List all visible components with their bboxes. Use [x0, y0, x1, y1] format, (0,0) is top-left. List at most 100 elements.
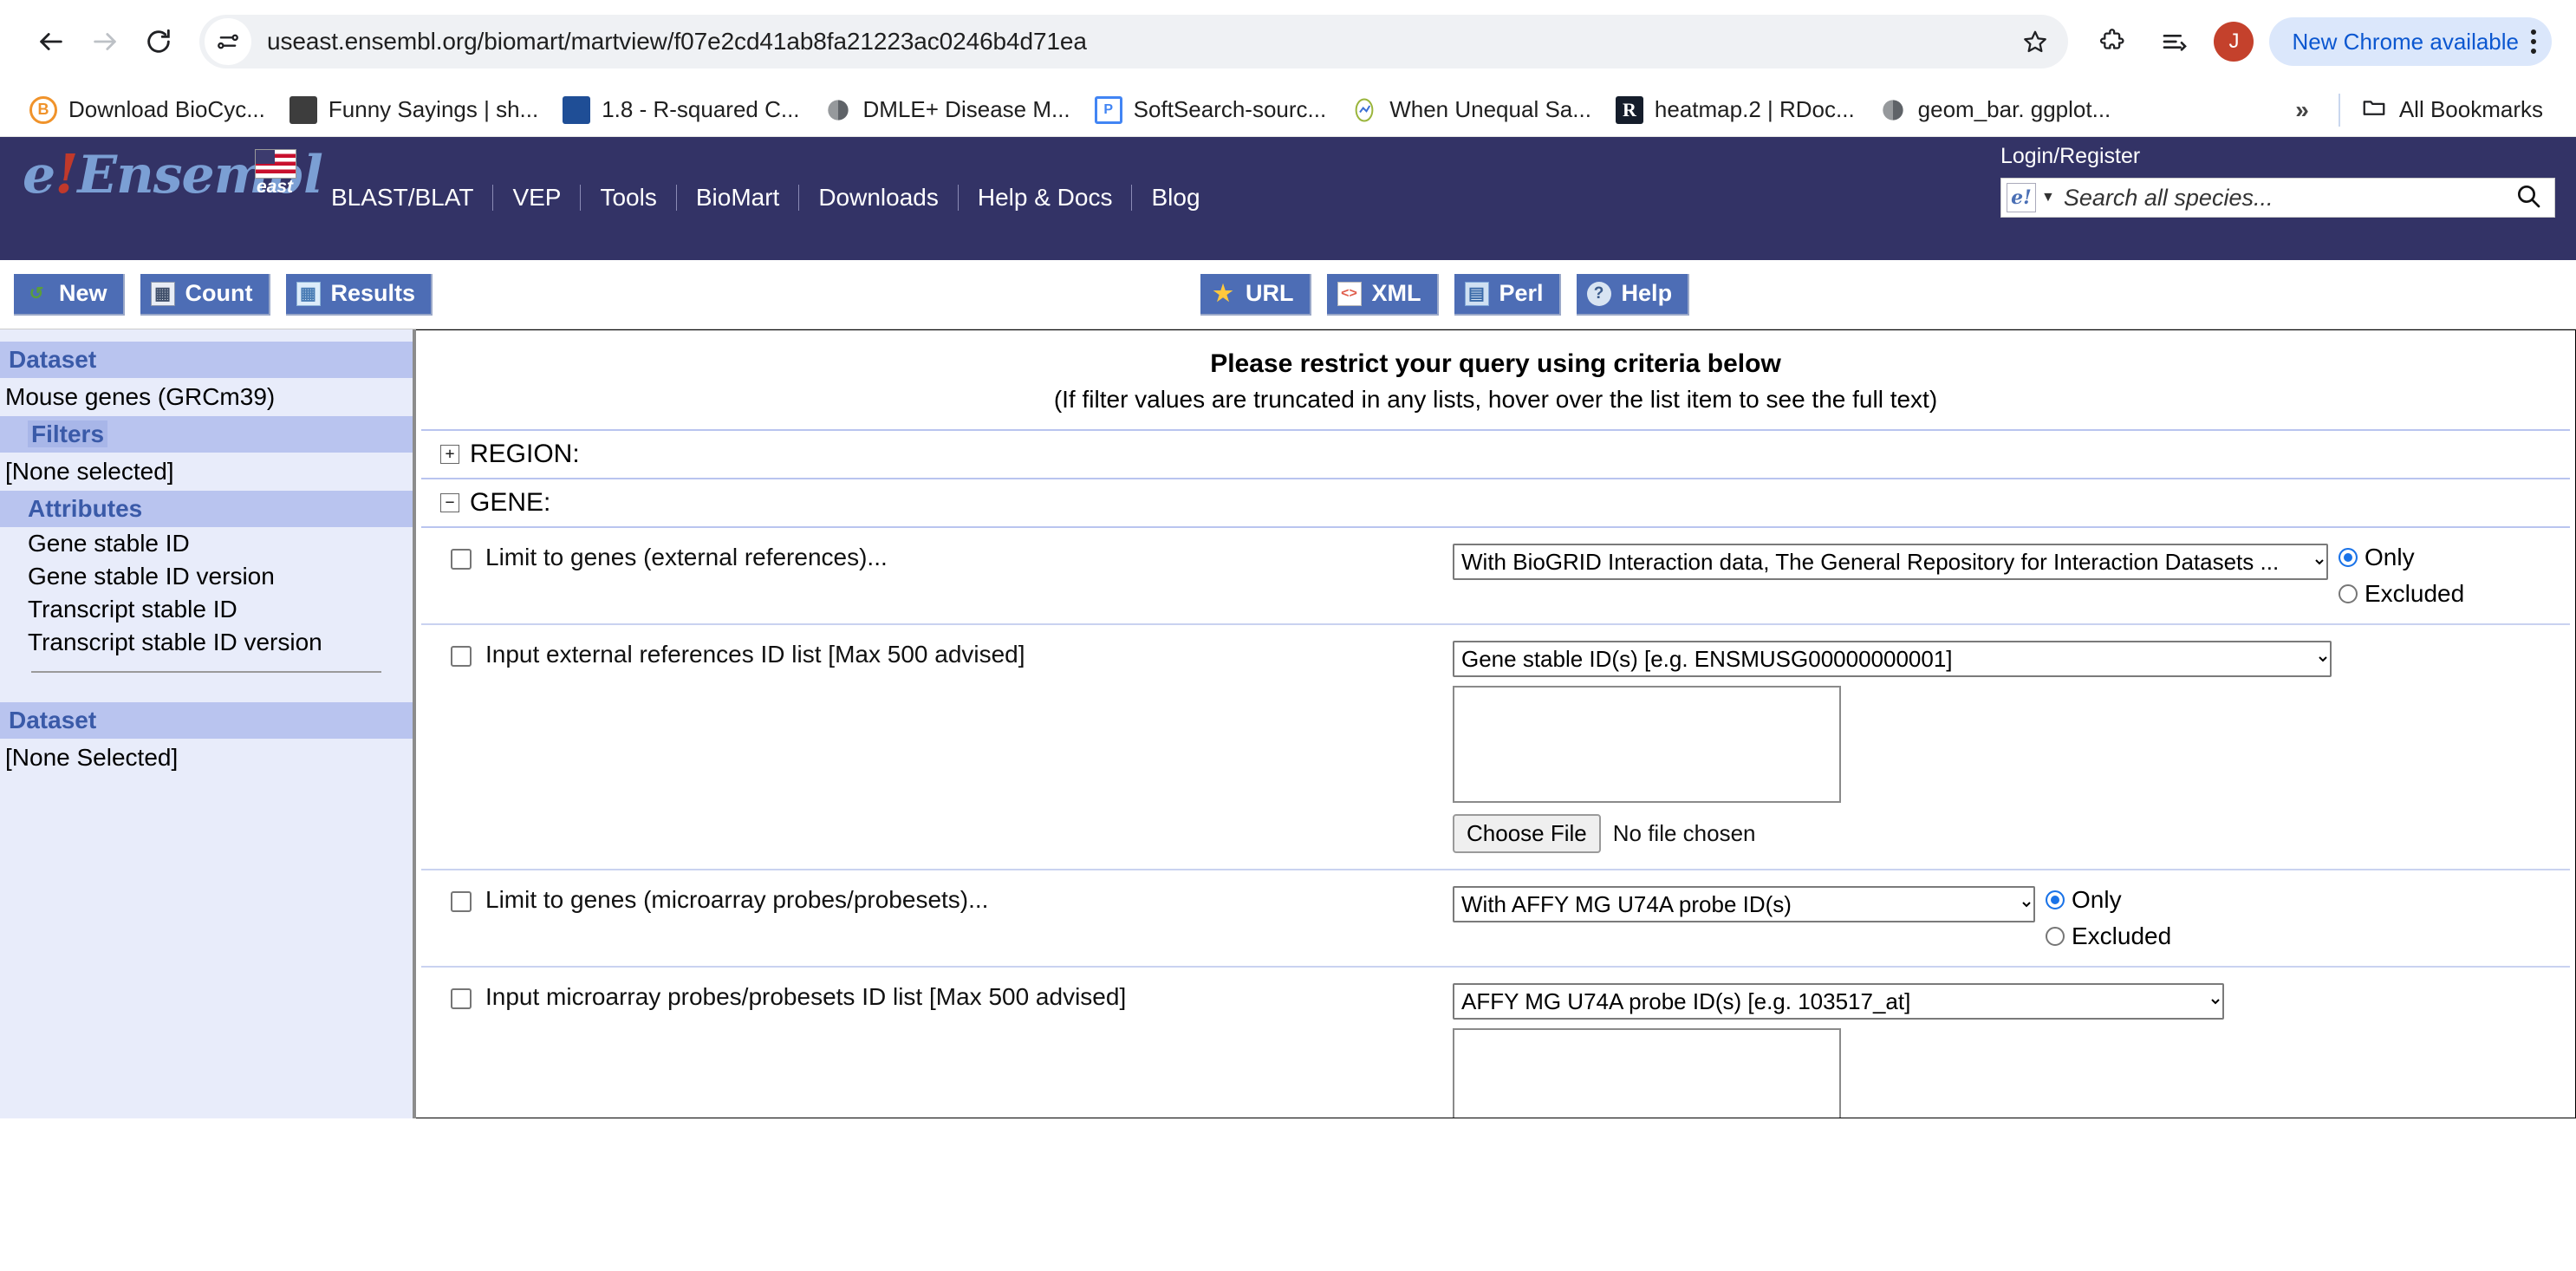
- xml-button[interactable]: <> XML: [1327, 274, 1439, 316]
- table-grid-icon: ▦: [296, 282, 321, 306]
- section-header-gene[interactable]: − GENE:: [421, 479, 2570, 528]
- login-register-link[interactable]: Login/Register: [2000, 144, 2143, 168]
- sidebar-dataset-value[interactable]: Mouse genes (GRCm39): [0, 378, 413, 416]
- nav-item-blast[interactable]: BLAST/BLAT: [312, 184, 492, 212]
- bookmark-item[interactable]: DMLE+ Disease M...: [812, 91, 1083, 129]
- sidebar-dataset2-value[interactable]: [None Selected]: [0, 739, 413, 777]
- back-arrow-icon[interactable]: [24, 15, 78, 68]
- sidebar-attribute-item[interactable]: Gene stable ID version: [0, 560, 413, 593]
- nav-item-tools[interactable]: Tools: [581, 184, 675, 212]
- sidebar-attribute-item[interactable]: Gene stable ID: [0, 527, 413, 560]
- filters-panel: Please restrict your query using criteri…: [416, 329, 2576, 1118]
- globe-favicon-icon: [824, 96, 852, 124]
- search-input[interactable]: Search all species...: [2064, 185, 2514, 212]
- nav-item-vep[interactable]: VEP: [493, 184, 580, 212]
- radio-excluded[interactable]: Excluded: [2046, 922, 2171, 950]
- bookmarks-divider: [2339, 94, 2340, 127]
- species-search-box[interactable]: e! ▼ Search all species...: [2000, 178, 2555, 218]
- chrome-update-button[interactable]: New Chrome available: [2269, 17, 2552, 66]
- forward-arrow-icon[interactable]: [78, 15, 132, 68]
- microarray-probe-select[interactable]: With AFFY MG U74A probe ID(s): [1453, 886, 2035, 922]
- all-bookmarks-button[interactable]: All Bookmarks: [2351, 88, 2553, 131]
- browser-chrome: useast.ensembl.org/biomart/martview/f07e…: [0, 0, 2576, 137]
- external-reference-select[interactable]: With BioGRID Interaction data, The Gener…: [1453, 544, 2328, 580]
- microarray-id-list-textarea[interactable]: [1453, 1028, 1841, 1118]
- filter-row: Limit to genes (external references)... …: [421, 528, 2570, 625]
- id-list-textarea[interactable]: [1453, 686, 1841, 803]
- search-magnifier-icon[interactable]: [2514, 182, 2546, 214]
- results-button-label: Results: [331, 280, 416, 307]
- reload-icon[interactable]: [132, 15, 185, 68]
- count-button[interactable]: ▦ Count: [140, 274, 270, 316]
- bookmark-item[interactable]: 1.8 - R-squared C...: [550, 91, 811, 129]
- bookmark-label: heatmap.2 | RDoc...: [1655, 96, 1855, 123]
- perl-button-label: Perl: [1499, 280, 1544, 307]
- nav-item-biomart[interactable]: BioMart: [677, 184, 798, 212]
- filter-control: AFFY MG U74A probe ID(s) [e.g. 103517_at…: [1453, 983, 2570, 1118]
- radio-excluded[interactable]: Excluded: [2339, 580, 2464, 608]
- sidebar-heading-attributes: Attributes: [0, 491, 413, 527]
- xml-button-label: XML: [1372, 280, 1421, 307]
- refresh-green-icon: ↺: [24, 282, 49, 306]
- site-settings-icon[interactable]: [205, 18, 251, 65]
- biocyc-favicon-icon: B: [29, 96, 57, 124]
- id-type-select[interactable]: Gene stable ID(s) [e.g. ENSMUSG000000000…: [1453, 641, 2332, 677]
- filter-checkbox[interactable]: [451, 646, 472, 667]
- filter-label-group: Input external references ID list [Max 5…: [421, 641, 1453, 668]
- sidebar-attribute-item[interactable]: Transcript stable ID version: [0, 626, 413, 659]
- choose-file-button[interactable]: Choose File: [1453, 814, 1601, 853]
- chevron-down-icon[interactable]: ▼: [2036, 190, 2064, 205]
- radio-only-input[interactable]: [2046, 890, 2065, 909]
- url-button-label: URL: [1246, 280, 1294, 307]
- bookmarks-overflow-icon[interactable]: »: [2276, 96, 2328, 124]
- nav-item-downloads[interactable]: Downloads: [799, 184, 958, 212]
- rsquared-favicon-icon: [563, 96, 590, 124]
- ensembl-logo[interactable]: e!Ensembl east: [0, 137, 312, 201]
- section-label-region: REGION:: [470, 440, 580, 469]
- radio-only-input[interactable]: [2339, 548, 2358, 567]
- radio-only[interactable]: Only: [2339, 544, 2464, 571]
- sidebar-filters-value[interactable]: [None selected]: [0, 453, 413, 491]
- star-icon[interactable]: [2013, 19, 2058, 64]
- filter-row: Input external references ID list [Max 5…: [421, 625, 2570, 870]
- filter-label-group: Input microarray probes/probesets ID lis…: [421, 983, 1453, 1011]
- bookmark-item[interactable]: B Download BioCyc...: [17, 91, 277, 129]
- url-text[interactable]: useast.ensembl.org/biomart/martview/f07e…: [251, 28, 2013, 55]
- extensions-puzzle-icon[interactable]: [2085, 15, 2139, 68]
- reading-list-icon[interactable]: [2148, 15, 2202, 68]
- bookmark-label: 1.8 - R-squared C...: [602, 96, 799, 123]
- radio-excluded-input[interactable]: [2339, 584, 2358, 603]
- collapse-minus-icon[interactable]: −: [440, 493, 459, 512]
- perl-button[interactable]: ▤ Perl: [1454, 274, 1561, 316]
- filter-checkbox[interactable]: [451, 988, 472, 1009]
- folder-icon: [2361, 94, 2387, 126]
- address-bar[interactable]: useast.ensembl.org/biomart/martview/f07e…: [199, 15, 2068, 68]
- bookmark-label: Funny Sayings | sh...: [329, 96, 538, 123]
- bookmark-item[interactable]: geom_bar. ggplot...: [1867, 91, 2124, 129]
- avatar[interactable]: J: [2214, 22, 2254, 62]
- new-button[interactable]: ↺ New: [14, 274, 125, 316]
- ensembl-e-icon[interactable]: e!: [2007, 183, 2036, 212]
- filter-checkbox[interactable]: [451, 891, 472, 912]
- results-button[interactable]: ▦ Results: [286, 274, 433, 316]
- section-header-region[interactable]: + REGION:: [421, 429, 2570, 479]
- bookmark-item[interactable]: Funny Sayings | sh...: [277, 91, 550, 129]
- url-button[interactable]: ★ URL: [1200, 274, 1311, 316]
- all-bookmarks-label: All Bookmarks: [2399, 96, 2543, 123]
- radio-only[interactable]: Only: [2046, 886, 2171, 914]
- filter-checkbox[interactable]: [451, 549, 472, 570]
- bookmark-item[interactable]: P SoftSearch-sourc...: [1083, 91, 1339, 129]
- kebab-menu-icon[interactable]: [2531, 29, 2536, 54]
- nav-item-help-docs[interactable]: Help & Docs: [959, 184, 1132, 212]
- nav-item-blog[interactable]: Blog: [1132, 184, 1219, 212]
- help-button[interactable]: ? Help: [1577, 274, 1690, 316]
- bookmark-item[interactable]: R heatmap.2 | RDoc...: [1603, 91, 1867, 129]
- radio-only-label: Only: [2072, 886, 2122, 914]
- expand-plus-icon[interactable]: +: [440, 445, 459, 464]
- sidebar-attribute-item[interactable]: Transcript stable ID: [0, 593, 413, 626]
- filter-label: Limit to genes (external references)...: [485, 544, 888, 571]
- query-summary-sidebar: Dataset Mouse genes (GRCm39) Filters [No…: [0, 329, 416, 1118]
- microarray-id-type-select[interactable]: AFFY MG U74A probe ID(s) [e.g. 103517_at…: [1453, 983, 2224, 1020]
- radio-excluded-input[interactable]: [2046, 927, 2065, 946]
- bookmark-item[interactable]: When Unequal Sa...: [1338, 91, 1603, 129]
